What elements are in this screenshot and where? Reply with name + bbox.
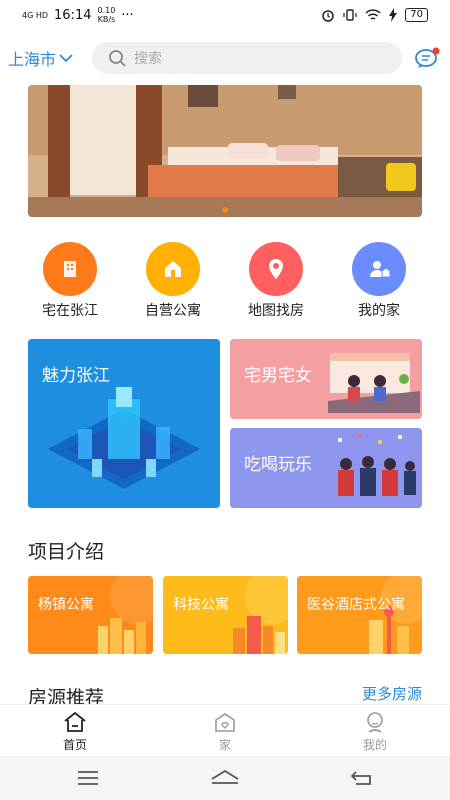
quick-link-label: 地图找房 (248, 303, 304, 319)
city-skyline-illustration (297, 576, 422, 654)
quick-link-zhangjiang[interactable]: 宅在张江 (25, 242, 115, 320)
quick-links: 宅在张江 自营公寓 地图找房 我的家 (0, 242, 450, 322)
person-home-icon (352, 242, 406, 296)
heart-house-icon (215, 713, 235, 732)
battery-level: 70 (405, 8, 428, 22)
building-icon (43, 242, 97, 296)
top-bar: 上海市 搜索 (0, 40, 450, 76)
tile-label: 魅力张江 (42, 366, 110, 386)
tile-charm-zhangjiang[interactable]: 魅力张江 (28, 339, 220, 508)
tab-label: 家 (218, 738, 231, 752)
quick-link-my-home[interactable]: 我的家 (334, 242, 424, 320)
city-selector[interactable]: 上海市 (8, 46, 73, 70)
tile-label: 吃喝玩乐 (244, 455, 312, 475)
tile-otaku[interactable]: 宅男宅女 (230, 339, 422, 419)
back-icon[interactable] (350, 770, 374, 786)
project-label: 科技公寓 (173, 597, 229, 613)
city-skyline-illustration (163, 576, 288, 654)
clock: 16:14 (54, 7, 92, 23)
tab-label: 首页 (62, 738, 87, 752)
more-notifications: ··· (121, 7, 134, 23)
status-bar: 4G HD 16:14 0.10 KB/s ··· 70 (0, 0, 450, 30)
project-label: 医谷酒店式公寓 (307, 597, 405, 613)
project-label: 杨镇公寓 (38, 597, 94, 613)
home-nav-icon[interactable] (210, 769, 240, 785)
project-card[interactable]: 科技公寓 (163, 576, 288, 654)
tile-label: 宅男宅女 (244, 366, 312, 386)
map-pin-icon (249, 242, 303, 296)
quick-link-label: 宅在张江 (42, 303, 98, 319)
charging-icon (389, 8, 398, 22)
quick-link-map[interactable]: 地图找房 (231, 242, 321, 320)
project-card[interactable]: 医谷酒店式公寓 (297, 576, 422, 654)
banner-carousel[interactable] (28, 85, 422, 217)
system-nav-bar (0, 756, 450, 800)
bedroom-photo (28, 85, 422, 217)
alarm-icon (322, 10, 335, 22)
speed-indicator: 0.10 KB/s (97, 6, 116, 24)
project-card[interactable]: 杨镇公寓 (28, 576, 153, 654)
chevron-down-icon (59, 54, 73, 63)
house-icon (146, 242, 200, 296)
city-label: 上海市 (8, 50, 57, 69)
menu-icon[interactable] (76, 770, 100, 786)
user-icon (367, 712, 383, 733)
tab-home[interactable]: 首页 (35, 711, 115, 753)
home-icon (64, 711, 86, 732)
tab-profile[interactable]: 我的 (335, 711, 415, 753)
quick-link-apartment[interactable]: 自营公寓 (128, 242, 218, 320)
message-icon[interactable] (414, 47, 440, 69)
tile-fun[interactable]: 吃喝玩乐 (230, 428, 422, 508)
tab-label: 我的 (362, 738, 387, 752)
vibrate-icon (343, 9, 357, 21)
bottom-tab-bar: 首页 家 我的 (0, 704, 450, 756)
tab-home-family[interactable]: 家 (185, 711, 265, 753)
search-input[interactable]: 搜索 (92, 42, 402, 74)
section-title-projects: 项目介绍 (28, 541, 105, 563)
network-indicator: 4G HD (22, 10, 49, 20)
quick-link-label: 自营公寓 (145, 303, 201, 319)
search-placeholder: 搜索 (134, 51, 162, 67)
wifi-icon (365, 9, 381, 20)
carousel-indicator (222, 207, 228, 213)
quick-link-label: 我的家 (358, 303, 400, 319)
more-listings-link[interactable]: 更多房源 (362, 683, 422, 704)
search-icon (109, 50, 126, 67)
city-skyline-illustration (28, 576, 153, 654)
